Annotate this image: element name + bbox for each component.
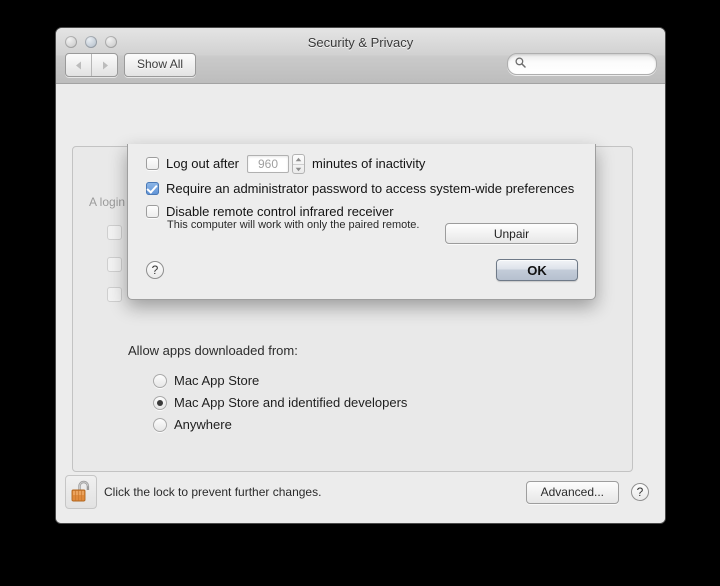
radio-indicator xyxy=(153,417,167,432)
show-all-button[interactable]: Show All xyxy=(124,53,197,77)
show-lock-message-checkbox[interactable] xyxy=(107,257,122,272)
search-icon xyxy=(515,55,526,73)
radio-anywhere[interactable]: Anywhere xyxy=(153,417,232,432)
ok-button[interactable]: OK xyxy=(496,259,578,281)
radio-label: Mac App Store xyxy=(174,373,260,388)
disable-infrared-checkbox-row[interactable]: Disable remote control infrared receiver xyxy=(146,204,394,219)
checkbox-indicator[interactable] xyxy=(146,182,159,195)
navigation-segmented-control xyxy=(65,53,118,77)
logout-minutes-input[interactable]: 960 xyxy=(247,155,289,173)
help-button[interactable]: ? xyxy=(146,261,164,279)
require-admin-password-label: Require an administrator password to acc… xyxy=(166,181,575,196)
stepper-up[interactable] xyxy=(293,155,304,165)
radio-mac-app-store-and-identified-developers[interactable]: Mac App Store and identified developers xyxy=(153,395,407,410)
chevron-right-icon xyxy=(101,61,109,70)
logout-after-label: Log out after xyxy=(166,156,239,171)
disable-infrared-label: Disable remote control infrared receiver xyxy=(166,204,394,219)
minutes-of-inactivity-label: minutes of inactivity xyxy=(312,156,426,171)
checkbox-indicator[interactable] xyxy=(146,205,159,218)
lock-status-text: Click the lock to prevent further change… xyxy=(104,485,322,499)
require-admin-password-checkbox-row[interactable]: Require an administrator password to acc… xyxy=(146,181,574,196)
radio-label: Anywhere xyxy=(174,417,232,432)
window-titlebar: Security & Privacy Show All xyxy=(56,28,665,84)
chevron-left-icon xyxy=(75,61,83,70)
radio-mac-app-store[interactable]: Mac App Store xyxy=(153,373,259,388)
unpair-button[interactable]: Unpair xyxy=(445,223,578,244)
search-field[interactable] xyxy=(507,53,657,75)
forward-button[interactable] xyxy=(91,54,117,76)
lock-button[interactable] xyxy=(65,475,97,509)
window-footer: Click the lock to prevent further change… xyxy=(56,471,665,523)
gatekeeper-label: Allow apps downloaded from: xyxy=(128,343,298,358)
security-privacy-window: Security & Privacy Show All A login Allo… xyxy=(56,28,665,523)
search-input[interactable] xyxy=(526,56,648,72)
window-title: Security & Privacy xyxy=(307,35,414,50)
disable-auto-login-checkbox[interactable] xyxy=(107,287,122,302)
advanced-button[interactable]: Advanced... xyxy=(525,481,619,504)
require-password-checkbox[interactable] xyxy=(107,225,122,240)
open-padlock-icon xyxy=(66,479,96,505)
stepper-down[interactable] xyxy=(293,165,304,174)
toolbar: Show All xyxy=(56,52,665,82)
radio-label: Mac App Store and identified developers xyxy=(174,395,408,410)
help-button[interactable]: ? xyxy=(631,483,649,501)
radio-indicator xyxy=(153,373,167,388)
window-body: General FileVault Firewall Privacy A log… xyxy=(56,84,665,523)
advanced-options-sheet: Log out after 960 minutes of inactivity … xyxy=(127,144,596,300)
radio-indicator xyxy=(153,395,167,410)
minutes-stepper[interactable] xyxy=(292,154,305,174)
checkbox-indicator[interactable] xyxy=(146,157,159,170)
paired-remote-note: This computer will work with only the pa… xyxy=(167,219,420,231)
back-button[interactable] xyxy=(66,54,91,76)
logout-after-checkbox-row[interactable]: Log out after xyxy=(146,156,239,171)
